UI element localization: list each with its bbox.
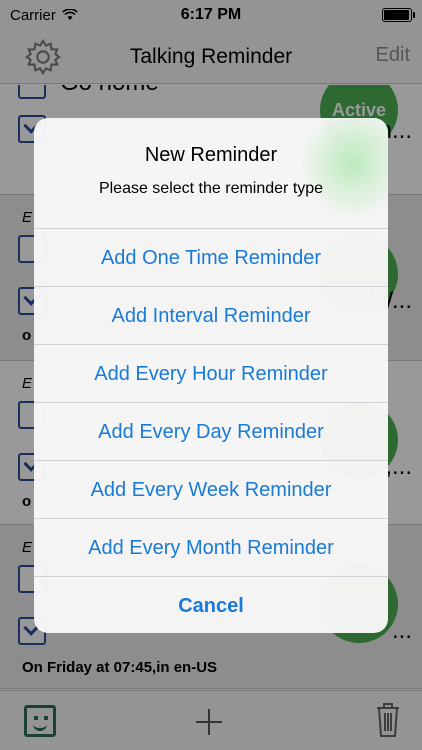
add-one-time-reminder-button[interactable]: Add One Time Reminder: [34, 228, 388, 286]
add-interval-reminder-button[interactable]: Add Interval Reminder: [34, 286, 388, 344]
add-every-hour-reminder-button[interactable]: Add Every Hour Reminder: [34, 344, 388, 402]
add-every-week-reminder-button[interactable]: Add Every Week Reminder: [34, 460, 388, 518]
dialog-title: New Reminder: [144, 144, 278, 166]
new-reminder-dialog: New Reminder Please select the reminder …: [34, 118, 388, 633]
add-every-day-reminder-button[interactable]: Add Every Day Reminder: [34, 402, 388, 460]
badge-glow: [298, 118, 388, 218]
cancel-button[interactable]: Cancel: [34, 576, 388, 633]
dialog-actions: Add One Time Reminder Add Interval Remin…: [34, 228, 388, 633]
dialog-message: Please select the reminder type: [98, 180, 324, 197]
add-every-month-reminder-button[interactable]: Add Every Month Reminder: [34, 518, 388, 576]
